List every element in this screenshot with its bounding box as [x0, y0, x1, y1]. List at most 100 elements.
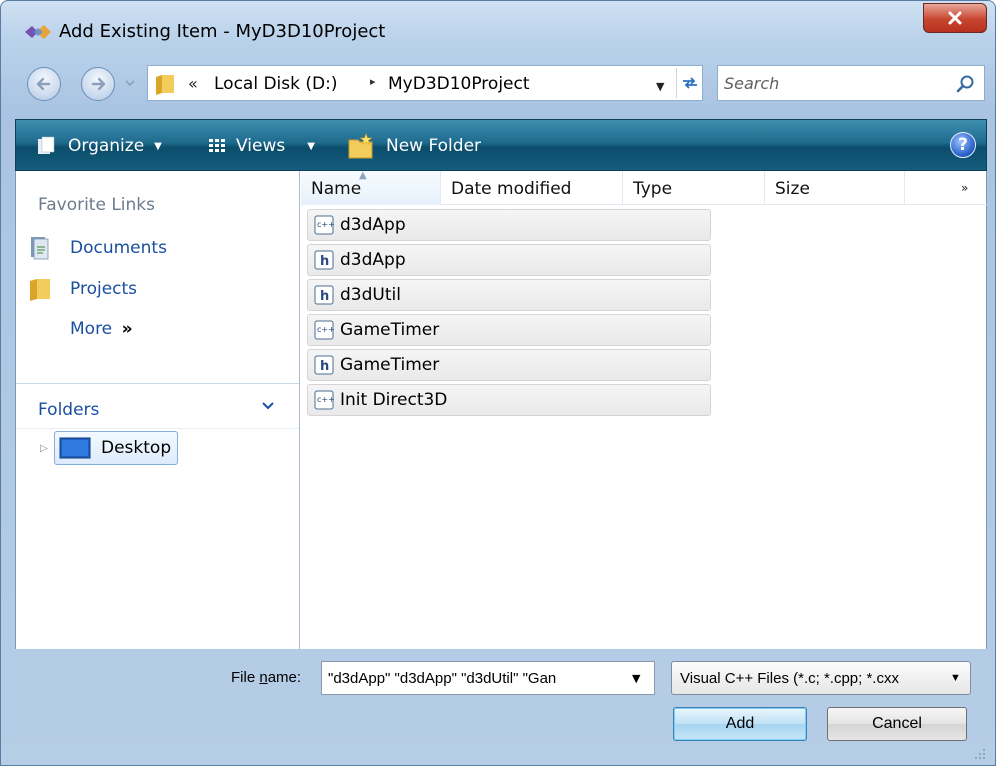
title-bar: Add Existing Item - MyD3D10Project: [1, 1, 995, 47]
history-dropdown-icon[interactable]: [123, 75, 137, 91]
tree-item-desktop[interactable]: Desktop: [54, 431, 178, 465]
file-item[interactable]: h d3dUtil: [307, 279, 711, 311]
visual-studio-icon: [25, 25, 51, 39]
file-name-label: File name:: [231, 669, 302, 686]
file-list-pane: ▲ Name Date modified Type Size » c++ d3d…: [301, 170, 987, 649]
search-icon[interactable]: [956, 74, 976, 94]
folders-title: Folders: [38, 400, 100, 420]
column-header-type[interactable]: Type: [623, 171, 765, 205]
more-links-button[interactable]: More »: [70, 319, 133, 339]
cancel-button[interactable]: Cancel: [827, 707, 967, 741]
file-name-combobox[interactable]: ▼: [321, 661, 655, 695]
header-file-icon: h: [314, 250, 334, 270]
file-name: d3dUtil: [340, 285, 401, 305]
organize-icon: [38, 136, 55, 154]
refresh-button[interactable]: [676, 68, 702, 98]
search-input[interactable]: [724, 70, 944, 96]
file-item[interactable]: h d3dApp: [307, 244, 711, 276]
arrow-right-icon: [91, 77, 106, 91]
window-title: Add Existing Item - MyD3D10Project: [59, 21, 386, 42]
column-label: Size: [775, 179, 810, 199]
tree-expand-icon[interactable]: ▷: [40, 443, 48, 454]
views-icon: [209, 139, 225, 152]
resize-grip-icon[interactable]: [971, 745, 987, 761]
file-name: GameTimer: [340, 355, 440, 375]
svg-text:c++: c++: [317, 395, 334, 404]
favorite-link-label: Documents: [70, 238, 167, 258]
cpp-file-icon: c++: [314, 320, 334, 340]
svg-text:c++: c++: [317, 220, 334, 229]
file-item[interactable]: c++ d3dApp: [307, 209, 711, 241]
folders-header[interactable]: Folders: [16, 383, 299, 429]
views-button[interactable]: Views ▼: [208, 134, 315, 158]
refresh-icon: [682, 77, 697, 89]
header-file-icon: h: [314, 355, 334, 375]
svg-text:c++: c++: [317, 325, 334, 334]
more-columns-button[interactable]: »: [961, 181, 968, 195]
file-name: d3dApp: [340, 250, 406, 270]
close-icon: [948, 11, 962, 25]
arrow-left-icon: [36, 77, 51, 91]
column-header-size[interactable]: Size: [765, 171, 905, 205]
documents-icon: [31, 237, 49, 260]
tree-item-label: Desktop: [101, 438, 172, 458]
folder-icon: [30, 279, 50, 301]
column-label: Name: [311, 179, 362, 199]
sort-ascending-icon: ▲: [359, 170, 367, 181]
command-toolbar: Organize ▼ Views ▼ New Folder ?: [15, 119, 987, 171]
address-dropdown-icon[interactable]: ▼: [656, 80, 664, 93]
forward-button[interactable]: [81, 67, 115, 101]
column-header-name[interactable]: ▲ Name: [301, 170, 441, 205]
new-folder-icon: [348, 133, 373, 159]
more-label: More: [70, 319, 113, 339]
chevron-down-icon: ▼: [307, 140, 315, 152]
column-header-date-modified[interactable]: Date modified: [441, 171, 623, 205]
organize-button[interactable]: Organize ▼: [36, 134, 162, 158]
breadcrumb-local-disk[interactable]: Local Disk (D:): [214, 74, 337, 94]
search-box[interactable]: [717, 65, 985, 101]
file-item[interactable]: c++ GameTimer: [307, 314, 711, 346]
breadcrumb-overflow[interactable]: «: [188, 74, 198, 93]
new-folder-label: New Folder: [386, 136, 482, 156]
svg-text:h: h: [320, 289, 329, 304]
content-area: Favorite Links Documents Projects More »…: [15, 170, 987, 649]
address-bar[interactable]: « Local Disk (D:) ▸ MyD3D10Project ▼: [147, 65, 703, 101]
help-icon: ?: [958, 135, 968, 155]
favorite-link-label: Projects: [70, 279, 138, 299]
column-header-row: ▲ Name Date modified Type Size »: [301, 170, 987, 205]
new-folder-button[interactable]: New Folder: [346, 133, 482, 159]
file-name: Init Direct3D: [340, 390, 448, 410]
file-type-filter-select[interactable]: Visual C++ Files (*.c; *.cpp; *.cxx ▼: [671, 661, 971, 695]
header-file-icon: h: [314, 285, 334, 305]
file-item[interactable]: c++ Init Direct3D: [307, 384, 711, 416]
breadcrumb-project[interactable]: MyD3D10Project: [388, 74, 530, 94]
chevron-down-icon: ▼: [950, 672, 961, 684]
svg-text:h: h: [320, 359, 329, 374]
chevron-down-icon: ▼: [154, 140, 162, 152]
chevron-down-icon[interactable]: ▼: [632, 672, 640, 685]
desktop-icon: [59, 437, 91, 459]
file-type-filter-value: Visual C++ Files (*.c; *.cpp; *.cxx: [680, 670, 899, 687]
cpp-file-icon: c++: [314, 215, 334, 235]
column-label: Type: [633, 179, 673, 199]
close-button[interactable]: [923, 3, 987, 33]
back-button[interactable]: [27, 67, 61, 101]
favorite-link-documents[interactable]: Documents: [28, 233, 167, 263]
file-name: GameTimer: [340, 320, 440, 340]
double-chevron-right-icon: »: [121, 319, 133, 339]
organize-label: Organize: [68, 136, 145, 156]
svg-text:h: h: [320, 254, 329, 269]
breadcrumb-separator[interactable]: ▸: [370, 75, 376, 88]
navigation-pane: Favorite Links Documents Projects More »…: [16, 171, 300, 649]
favorite-links-heading: Favorite Links: [38, 195, 156, 215]
file-item[interactable]: h GameTimer: [307, 349, 711, 381]
help-button[interactable]: ?: [950, 132, 976, 158]
file-name-input[interactable]: [328, 667, 624, 689]
cpp-file-icon: c++: [314, 390, 334, 410]
add-existing-item-dialog: Add Existing Item - MyD3D10Project « Loc…: [0, 0, 996, 766]
file-name: d3dApp: [340, 215, 406, 235]
add-button[interactable]: Add: [673, 707, 807, 741]
chevron-down-icon[interactable]: [260, 398, 276, 414]
favorite-link-projects[interactable]: Projects: [28, 274, 137, 304]
column-label: Date modified: [451, 179, 572, 199]
